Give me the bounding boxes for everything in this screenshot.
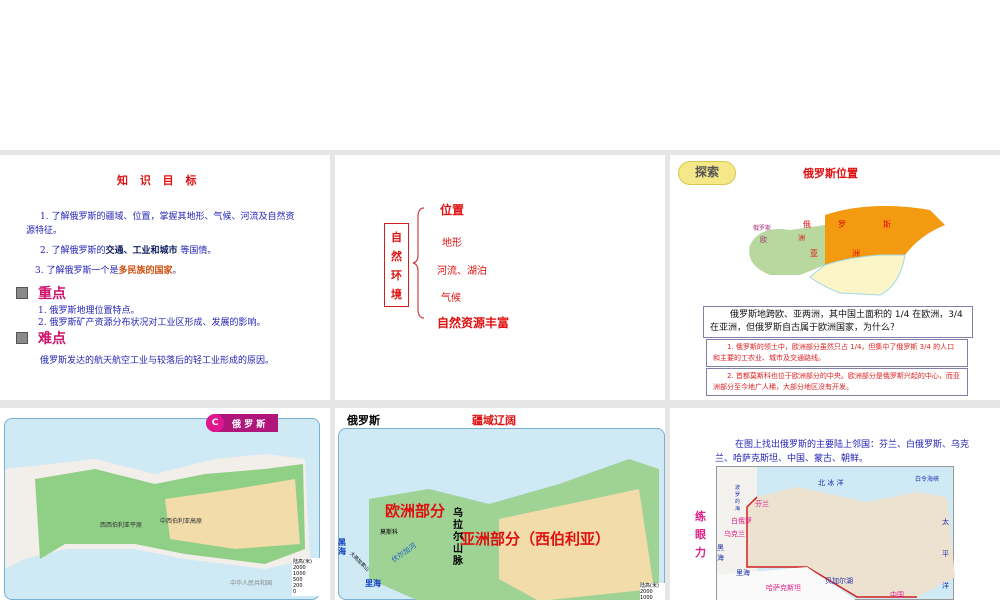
elevation-legend: 陆高(米) 2000 1000 — [640, 583, 665, 600]
slide-title: 俄罗斯 — [347, 414, 380, 427]
slide-vast-territory[interactable]: 俄罗斯 疆域辽阔 欧洲部分 亚洲部分（西伯利亚） 乌拉尔山脉 莫斯科 伏尔加河 … — [335, 408, 665, 600]
ural-label: 乌拉尔山脉 — [453, 508, 463, 567]
goal-3: 3. 了解俄罗斯一个是多民族的国家。 — [35, 266, 182, 276]
slide-russia-location[interactable]: 探索 俄罗斯位置 俄 罗 斯 洲 亚 洲 欧 俄罗斯 俄罗斯地跨欧、亚两洲，其中… — [670, 155, 1000, 400]
key-points-heading: 重点 — [16, 283, 66, 303]
goal-1: 1. 了解俄罗斯的疆域、位置，掌握其地形、气候、河流及自然资源特征。 — [26, 212, 295, 236]
side-label: 练眼力 — [695, 510, 706, 559]
slide-knowledge-goals[interactable]: 知 识 目 标 1. 了解俄罗斯的疆域、位置，掌握其地形、气候、河流及自然资源特… — [0, 155, 330, 400]
question-box: 俄罗斯地跨欧、亚两洲，其中国土面积的 1/4 在欧洲，3/4 在亚洲，但俄罗斯自… — [703, 306, 973, 338]
item-landform: 地形 — [442, 238, 462, 249]
item-natural-resources: 自然资源丰富 — [437, 316, 510, 330]
key-points: 1. 俄罗斯地理位置特点。 2. 俄罗斯矿产资源分布状况对工业区形成、发展的影响。 — [38, 306, 266, 328]
pencil-icon — [16, 287, 28, 299]
brace-icon — [412, 207, 425, 319]
answer-1-box: 1. 俄罗斯的领土中，欧洲部分虽然只占 1/4，但集中了俄罗斯 3/4 的人口和… — [706, 339, 968, 367]
natural-environment-box: 自然环境 — [384, 223, 409, 307]
slide-neighbors-exercise[interactable]: 在图上找出俄罗斯的主要陆上邻国：芬兰、白俄罗斯、乌克兰、哈萨克斯坦、中国、蒙古、… — [670, 408, 1000, 600]
slide-title: 知 识 目 标 — [117, 174, 201, 187]
slide-natural-environment[interactable]: 自然环境 位置 地形 河流、湖泊 气候 自然资源丰富 — [335, 155, 665, 400]
answer-2-box: 2. 首都莫斯科也位于欧洲部分的中央。欧洲部分是俄罗斯兴起的中心，而亚洲部分至今… — [706, 368, 968, 396]
item-climate: 气候 — [441, 293, 461, 304]
asia-part-label: 亚洲部分（西伯利亚） — [460, 530, 611, 548]
section-badge: C俄 罗 斯 — [206, 414, 278, 432]
elevation-legend: 陆高(米) 2000 1000 500 200 0 — [292, 558, 320, 596]
item-location: 位置 — [440, 203, 465, 217]
slide-subtitle: 疆域辽阔 — [472, 414, 516, 427]
explore-badge: 探索 — [678, 161, 736, 185]
pencil-icon — [16, 332, 28, 344]
difficult-point: 俄罗斯发达的航天航空工业与较落后的轻工业形成的原因。 — [40, 356, 275, 366]
blank-header-area — [0, 0, 1000, 150]
goal-2: 2. 了解俄罗斯的交通、工业和城市 等国情。 — [40, 246, 217, 256]
item-rivers-lakes: 河流、湖泊 — [437, 266, 487, 277]
map-title: 俄罗斯位置 — [803, 167, 858, 180]
europe-part-label: 欧洲部分 — [385, 502, 446, 520]
instruction-text: 在图上找出俄罗斯的主要陆上邻国：芬兰、白俄罗斯、乌克兰、哈萨克斯坦、中国、蒙古、… — [715, 440, 970, 464]
difficult-points-heading: 难点 — [16, 328, 66, 348]
slide-russia-physical-map[interactable]: C俄 罗 斯 中西伯利亚高原 西西伯利亚平原 中华人民共和国 陆高(米) 2000… — [0, 408, 330, 600]
physical-map — [4, 418, 320, 600]
